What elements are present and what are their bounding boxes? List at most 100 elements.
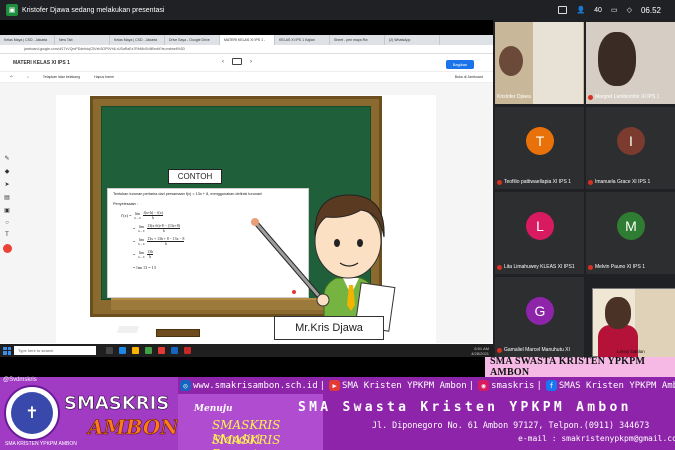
participant-tile[interactable]: I Imanuela Grace XI IPS 1: [586, 107, 675, 189]
mic-off-icon: [497, 264, 502, 270]
jamboard-frame[interactable]: CONTOH Tentukan turunan pertama dari per…: [56, 95, 436, 357]
lim-sub: h→0: [138, 241, 145, 246]
edge-icon[interactable]: [119, 347, 126, 354]
select-icon[interactable]: ➤: [4, 181, 9, 188]
teacher-name-label: Mr.Kris Djawa: [274, 316, 384, 340]
participant-name-text: Melvin Pauno XI IPS 1: [595, 264, 646, 270]
image-icon[interactable]: ▣: [4, 207, 10, 214]
taskbar-clock: 6:51 AM 4/28/2021: [471, 346, 489, 356]
participant-name-text: Lita Limahuwey KLEAS XI IPS1: [504, 264, 575, 270]
globe-icon: ◎: [180, 380, 191, 391]
participant-tile[interactable]: T Teofilio pattiwaellapia XI IPS 1: [495, 107, 584, 189]
school-ticker: SMA SWASTA KRISTEN YPKPM AMBON: [485, 356, 675, 378]
school-email: e-mail : smakristenypkpm@gmail.com: [518, 434, 675, 443]
participant-tile[interactable]: M Melvin Pauno XI IPS 1: [586, 192, 675, 274]
presenting-status: Kristofer Djawa sedang melakukan present…: [22, 6, 165, 14]
undo-icon[interactable]: ↶: [10, 75, 13, 79]
activities-icon[interactable]: ◇: [627, 6, 632, 14]
participant-tile[interactable]: G Gamaliel Marcel Manuhutu XI: [495, 277, 584, 357]
windows-start-icon[interactable]: [3, 346, 11, 355]
participant-tile[interactable]: Margret Lambiombir XI IPS 1: [586, 22, 675, 104]
equation-line-4: = lim h→0 13h h: [133, 250, 154, 259]
website-link: www.smakrisambon.sch.id: [193, 380, 318, 391]
next-frame-icon[interactable]: ›: [250, 59, 252, 65]
browser-tab[interactable]: Kelas Maya | CSD - Jakarta: [110, 35, 165, 45]
grid-icon[interactable]: [558, 6, 568, 14]
jamboard-title[interactable]: MATERI KELAS XI IPS 1: [13, 60, 70, 66]
instagram-link: smaskris: [491, 380, 535, 391]
chalk-piece: [116, 326, 140, 333]
participant-tile[interactable]: L Lita Limahuwey KLEAS XI IPS1: [495, 192, 584, 274]
laser-icon[interactable]: [2, 244, 12, 253]
zoom-icon[interactable]: ⌕: [27, 75, 29, 79]
den-1: h: [152, 216, 155, 220]
sticky-note-icon[interactable]: ▤: [4, 194, 10, 201]
wordmark-smaskris: SMASKRIS: [64, 393, 170, 415]
chat-icon[interactable]: ▭: [611, 6, 618, 14]
open-in-jamboard-link[interactable]: Buka di Jamboard: [455, 75, 483, 79]
set-background-button[interactable]: Tetapkan latar belakang: [43, 75, 80, 79]
pen-icon[interactable]: ✎: [4, 155, 9, 162]
browser-tab[interactable]: Kelas Maya | CSD - Jakarta: [0, 35, 55, 45]
chalk-tray: [111, 298, 351, 310]
participant-name: Imanuela Grace XI IPS 1: [588, 179, 675, 185]
people-icon[interactable]: 👤: [576, 6, 585, 14]
self-view-tile[interactable]: Lenny Dahlan: [592, 288, 675, 360]
participant-name-text: Gamaliel Marcel Manuhutu XI: [504, 347, 570, 353]
ticker-left: [0, 357, 485, 377]
taskbar-search-input[interactable]: Type here to search: [14, 346, 96, 355]
file-explorer-icon[interactable]: [132, 347, 139, 354]
participant-name: Kristofer Djawa: [497, 94, 584, 100]
pdf-icon[interactable]: [184, 347, 191, 354]
browser-tab[interactable]: KELAS XI IPS 1 Kajian: [275, 35, 330, 45]
eq-result: = lim 13 = 13: [133, 265, 156, 270]
banner-logo-area: @Svdmskris ✝ SMA KRISTEN YPKPM AMBON SMA…: [0, 377, 179, 450]
avatar: I: [617, 127, 645, 155]
taskbar-date: 4/28/2021: [471, 350, 489, 356]
chrome-icon[interactable]: [145, 347, 152, 354]
avatar: L: [526, 212, 554, 240]
address-bar[interactable]: jamboard.google.com/d/1TxVQmPDdehdqC5Vsh…: [0, 45, 493, 54]
participant-tile[interactable]: Kristofer Djawa: [495, 22, 584, 104]
prev-frame-icon[interactable]: ‹: [222, 59, 224, 65]
youtube-icon: ▶: [329, 380, 341, 391]
share-button[interactable]: Bagikan: [446, 60, 474, 69]
browser-tab[interactable]: New Tab: [55, 35, 110, 45]
lim-block: lim h→0: [138, 238, 144, 246]
lim-block: lim h→0: [138, 225, 144, 233]
clear-frame-button[interactable]: Hapus frame: [94, 75, 114, 79]
participant-name: Margret Lambiombir XI IPS 1: [588, 94, 675, 100]
mic-off-icon: [588, 179, 593, 185]
meet-present-icon: ▣: [6, 4, 18, 16]
meet-window: ▣ Kristofer Djawa sedang melakukan prese…: [0, 0, 675, 450]
circle-icon[interactable]: ○: [5, 220, 9, 226]
cross-icon: ✝: [11, 392, 53, 434]
den-3: h: [164, 242, 167, 246]
browser-tab[interactable]: (2) WhatsApp: [385, 35, 440, 45]
frame-thumb-icon[interactable]: [232, 58, 242, 65]
mic-off-icon: [497, 179, 502, 185]
den-4: h: [149, 255, 152, 259]
equation-line-3: = lim h→0 13x + 13h + 8 − 13x − 8h: [133, 237, 185, 246]
equation-line-5: = lim 13 = 13: [133, 261, 303, 274]
taskbar-apps: [106, 347, 191, 354]
mic-off-icon: [497, 347, 502, 353]
lim-block: lim h→0: [134, 212, 140, 220]
eq-lhs: f'(x) =: [121, 213, 132, 218]
eraser-icon[interactable]: ◆: [5, 168, 10, 175]
browser-tab[interactable]: MATERI KELAS XI IPS 1 -: [220, 35, 275, 45]
browser-tab[interactable]: Drive Saya - Google Drive: [165, 35, 220, 45]
clock: 06.52: [640, 5, 661, 15]
banner-handle: @Svdmskris: [3, 377, 37, 383]
school-name: SMA Swasta Kristen YPKPM Ambon: [298, 400, 632, 415]
laser-dot: [292, 290, 296, 294]
browser-tab[interactable]: Sheet - pen maya Rw: [330, 35, 385, 45]
wordmark-ambon: AMBON: [88, 415, 179, 440]
word-icon[interactable]: [171, 347, 178, 354]
task-view-icon[interactable]: [106, 347, 113, 354]
example-label: CONTOH: [168, 169, 222, 184]
solution-label: Penyelesaian :: [113, 202, 138, 206]
app-icon[interactable]: [158, 347, 165, 354]
textbox-icon[interactable]: T: [5, 232, 9, 238]
fraction-3: 13x + 13h + 8 − 13x − 8h: [147, 237, 185, 246]
